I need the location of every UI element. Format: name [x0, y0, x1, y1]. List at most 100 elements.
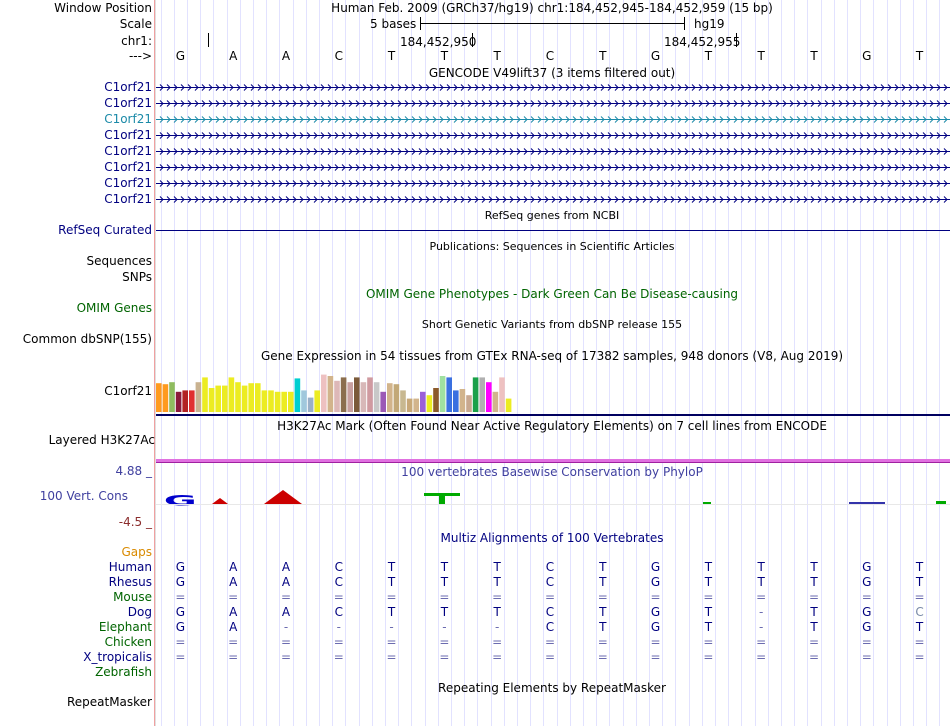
multiz-base: =	[439, 590, 450, 604]
gencode-track-title: GENCODE V49lift37 (3 items filtered out)	[428, 66, 676, 80]
gtex-tissue-bar	[453, 390, 459, 412]
reference-base: A	[229, 49, 238, 63]
multiz-base: C	[545, 560, 555, 574]
multiz-species-label[interactable]: Zebrafish	[95, 665, 152, 679]
multiz-base: T	[440, 605, 449, 619]
multiz-base: =	[280, 635, 292, 649]
multiz-species-label[interactable]: Mouse	[113, 590, 152, 604]
gtex-track-title: Gene Expression in 54 tissues from GTEx …	[260, 349, 844, 363]
gencode-transcript-feature[interactable]	[156, 96, 950, 110]
genome-browser-image[interactable]: Window Position Scale chr1: ---> Human F…	[0, 0, 950, 726]
gtex-tissue-bar	[400, 390, 406, 412]
multiz-species-label[interactable]: Rhesus	[109, 575, 152, 589]
gencode-transcript-feature[interactable]	[156, 176, 950, 190]
snps-label[interactable]: SNPs	[122, 270, 152, 284]
ruler-tick-1	[472, 33, 473, 47]
scale-label: Scale	[119, 17, 152, 31]
multiz-species-label[interactable]: X_tropicalis	[83, 650, 152, 664]
multiz-base: T	[599, 605, 607, 619]
multiz-base: G	[650, 605, 661, 619]
h3k27ac-label[interactable]: Layered H3K27Ac	[49, 433, 155, 447]
gencode-transcript-label[interactable]: C1orf21	[104, 112, 152, 126]
reference-base: G	[175, 49, 186, 63]
multiz-base: =	[333, 635, 344, 649]
multiz-base: C	[334, 560, 343, 574]
ruler-tick-label-2: 184,452,955	[664, 35, 741, 49]
gtex-tissue-bar	[208, 388, 215, 412]
gencode-transcript-feature[interactable]	[156, 112, 950, 126]
multiz-base: G	[862, 620, 872, 634]
gtex-tissue-bar	[367, 377, 373, 412]
multiz-base: T	[387, 605, 396, 619]
gencode-transcript-feature[interactable]	[156, 144, 950, 158]
multiz-base: C	[334, 605, 343, 619]
omim-genes-label[interactable]: OMIM Genes	[77, 301, 152, 315]
multiz-base: T	[757, 575, 765, 589]
gencode-transcript-feature[interactable]	[156, 128, 950, 142]
refseq-gene-line[interactable]	[156, 230, 950, 231]
multiz-base: G	[862, 575, 872, 589]
multiz-base: A	[281, 605, 291, 619]
gencode-track: C1orf21 C1orf21 C1orf21 C1orf21 C1orf21 C1orf…	[0, 80, 950, 208]
multiz-base: =	[386, 635, 397, 649]
multiz-base: =	[597, 590, 608, 604]
gencode-transcript-feature[interactable]	[156, 160, 950, 174]
gtex-tissue-bar	[228, 377, 235, 412]
publications-track-title: Publications: Sequences in Scientific Ar…	[429, 240, 675, 253]
common-dbsnp-label[interactable]: Common dbSNP(155)	[23, 332, 152, 346]
h3k27ac-baseline	[156, 462, 950, 463]
multiz-base: T	[493, 575, 501, 589]
gencode-transcript-feature[interactable]	[156, 192, 950, 206]
gtex-tissue-bar	[472, 377, 479, 412]
reference-base: T	[599, 49, 607, 63]
refseq-curated-label[interactable]: RefSeq Curated	[58, 223, 152, 237]
scale-bar	[420, 23, 684, 24]
gencode-transcript-label[interactable]: C1orf21	[104, 160, 152, 174]
gencode-transcript-label[interactable]: C1orf21	[104, 96, 152, 110]
sequences-label[interactable]: Sequences	[87, 254, 152, 268]
gencode-transcript-label[interactable]: C1orf21	[104, 176, 152, 190]
multiz-base: =	[861, 650, 872, 664]
multiz-base: =	[175, 635, 186, 649]
multiz-base: =	[280, 650, 292, 664]
position-text: Human Feb. 2009 (GRCh37/hg19) chr1:184,4…	[331, 1, 773, 15]
multiz-alignment-rows: Human G A A C T T T C T G T T T G T Rhesus G A A C T T T C T G T T T G…	[0, 560, 950, 680]
gtex-tissue-bar	[327, 376, 334, 412]
multiz-base: G	[175, 620, 186, 634]
multiz-species-label[interactable]: Human	[109, 560, 152, 574]
multiz-base: =	[492, 635, 503, 649]
dbsnp-track-title: Short Genetic Variants from dbSNP releas…	[421, 318, 683, 331]
gtex-tissue-bar	[492, 391, 499, 412]
gtex-tissue-bar	[387, 383, 393, 412]
gtex-tissue-bar	[162, 384, 169, 412]
gencode-transcript-feature[interactable]	[156, 80, 950, 94]
multiz-base: C	[334, 575, 343, 589]
h3k27ac-track-title: H3K27Ac Mark (Often Found Near Active Re…	[277, 419, 827, 433]
multiz-species-label[interactable]: Chicken	[105, 635, 152, 649]
multiz-base: -	[283, 620, 289, 634]
phylop-track-label[interactable]: 100 Vert. Cons	[40, 489, 128, 503]
gtex-expression-bars[interactable]	[156, 364, 950, 416]
gtex-gene-label[interactable]: C1orf21	[104, 384, 152, 398]
multiz-base: =	[914, 635, 925, 649]
multiz-species-label[interactable]: Elephant	[99, 620, 152, 634]
gencode-transcript-label[interactable]: C1orf21	[104, 192, 152, 206]
multiz-base: T	[704, 605, 713, 619]
gencode-transcript-label[interactable]: C1orf21	[104, 144, 152, 158]
gencode-transcript-label[interactable]: C1orf21	[104, 80, 152, 94]
multiz-species-label[interactable]: Dog	[128, 605, 152, 619]
gaps-label: Gaps	[121, 545, 152, 559]
multiz-base: =	[544, 650, 556, 664]
multiz-base: A	[229, 575, 238, 589]
multiz-base: T	[387, 560, 396, 574]
phylop-logo[interactable]: G	[156, 488, 950, 512]
repeatmasker-label[interactable]: RepeatMasker	[67, 695, 152, 709]
multiz-base: A	[229, 605, 238, 619]
gencode-transcript-label[interactable]: C1orf21	[104, 128, 152, 142]
multiz-base: A	[281, 575, 291, 589]
multiz-base: A	[281, 560, 291, 574]
multiz-base: -	[442, 620, 447, 634]
multiz-base: A	[229, 560, 238, 574]
multiz-base: T	[915, 620, 924, 634]
gtex-tissue-bar	[281, 391, 287, 412]
